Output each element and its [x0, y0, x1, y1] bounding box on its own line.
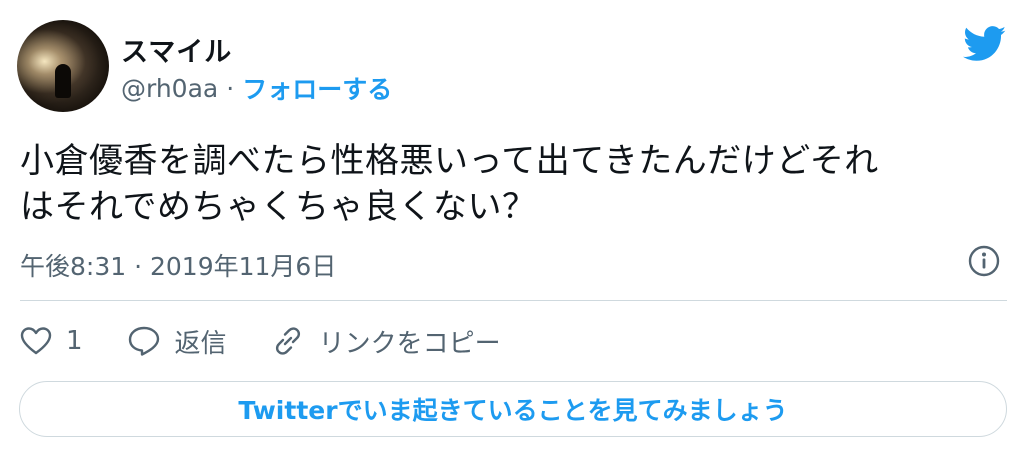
reply-icon [128, 326, 159, 356]
user-handle[interactable]: @rh0aa [121, 74, 218, 103]
tweet-text-line: 小倉優香を調べたら性格悪いって出てきたんだけどそれ [20, 141, 879, 181]
heart-icon [20, 327, 52, 355]
link-icon [275, 327, 300, 355]
explore-twitter-button[interactable]: Twitterでいま起きていることを見てみましょう [19, 381, 1007, 437]
like-count: 1 [66, 326, 83, 356]
copy-link-label: リンクをコピー [318, 328, 501, 359]
tweet-text-line: はそれでめちゃくちゃ良くない？ [20, 187, 537, 227]
divider [20, 300, 1007, 301]
separator-dot: · [226, 73, 235, 103]
avatar[interactable] [17, 20, 109, 112]
action-bar: 1 返信 リンクをコピー [20, 322, 545, 360]
copy-link-button[interactable]: リンクをコピー [271, 323, 501, 360]
twitter-bird-icon[interactable] [963, 26, 1007, 62]
tweet-timestamp[interactable]: 午後8:31 · 2019年11月6日 [20, 247, 336, 283]
handle-row: @rh0aa · フォローする [121, 70, 392, 106]
tweet-text: 小倉優香を調べたら性格悪いって出てきたんだけどそれ はそれでめちゃくちゃ良くない… [20, 138, 1000, 230]
info-icon[interactable] [968, 245, 1000, 277]
display-name[interactable]: スマイル [121, 30, 232, 69]
follow-button[interactable]: フォローする [242, 70, 392, 106]
reply-label: 返信 [174, 328, 227, 359]
reply-button[interactable]: 返信 [127, 323, 227, 360]
like-button[interactable]: 1 [20, 326, 83, 356]
